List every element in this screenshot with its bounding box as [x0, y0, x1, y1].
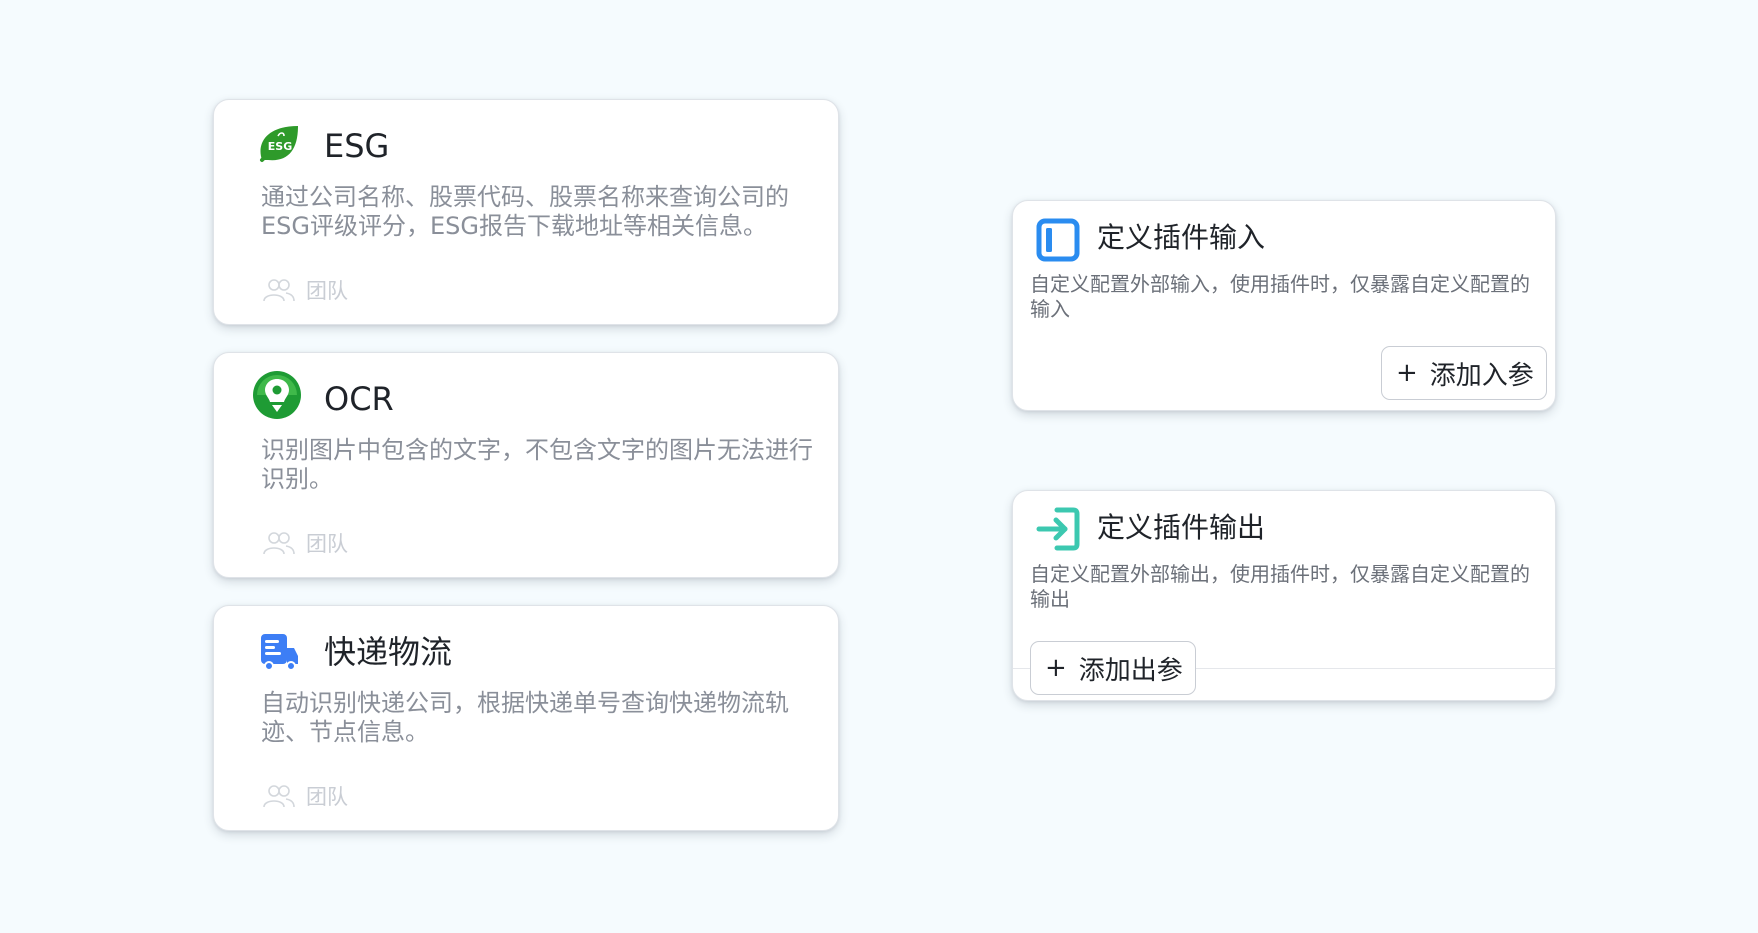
plugin-title: OCR — [324, 380, 394, 418]
plugin-card-delivery[interactable]: 快递物流 自动识别快递公司，根据快递单号查询快递物流轨迹、节点信息。 团队 — [213, 605, 839, 831]
team-icon — [262, 530, 296, 556]
svg-text:ESG: ESG — [268, 140, 292, 153]
plugin-title: 快递物流 — [324, 633, 453, 671]
team-icon — [262, 783, 296, 809]
plugin-team: 团队 — [262, 781, 348, 811]
plugin-description: 识别图片中包含的文字，不包含文字的图片无法进行识别。 — [261, 436, 813, 493]
plugin-card-ocr[interactable]: OCR 识别图片中包含的文字，不包含文字的图片无法进行识别。 团队 — [213, 352, 839, 578]
input-panel-icon — [1035, 217, 1081, 263]
team-label: 团队 — [306, 279, 348, 303]
define-input-title: 定义插件输入 — [1097, 221, 1266, 254]
define-output-description: 自定义配置外部输出，使用插件时，仅暴露自定义配置的输出 — [1030, 562, 1530, 611]
plugin-title: ESG — [324, 127, 390, 165]
define-input-card: 定义插件输入 自定义配置外部输入，使用插件时，仅暴露自定义配置的输入 + 添加入… — [1012, 200, 1556, 411]
team-icon — [262, 277, 296, 303]
delivery-truck-icon — [254, 626, 304, 676]
plus-icon: + — [1045, 653, 1067, 683]
define-output-card: 定义插件输出 自定义配置外部输出，使用插件时，仅暴露自定义配置的输出 + 添加出… — [1012, 490, 1556, 701]
ocr-lightbulb-icon — [252, 370, 302, 420]
team-label: 团队 — [306, 532, 348, 556]
define-output-title: 定义插件输出 — [1097, 511, 1266, 544]
plugin-team: 团队 — [262, 275, 348, 305]
plus-icon: + — [1396, 358, 1418, 388]
output-arrow-icon — [1035, 506, 1081, 552]
plugin-description: 自动识别快递公司，根据快递单号查询快递物流轨迹、节点信息。 — [261, 689, 789, 746]
define-input-description: 自定义配置外部输入，使用插件时，仅暴露自定义配置的输入 — [1030, 272, 1530, 321]
plugin-description: 通过公司名称、股票代码、股票名称来查询公司的ESG评级评分，ESG报告下载地址等… — [261, 183, 789, 240]
plugin-card-esg[interactable]: ESG ESG 通过公司名称、股票代码、股票名称来查询公司的ESG评级评分，ES… — [213, 99, 839, 325]
team-label: 团队 — [306, 785, 348, 809]
plugin-team: 团队 — [262, 528, 348, 558]
add-output-param-button[interactable]: + 添加出参 — [1030, 641, 1196, 695]
add-input-param-label: 添加入参 — [1429, 360, 1534, 391]
add-input-param-button[interactable]: + 添加入参 — [1381, 346, 1547, 400]
esg-leaf-icon: ESG — [254, 120, 304, 170]
add-output-param-label: 添加出参 — [1078, 655, 1183, 686]
